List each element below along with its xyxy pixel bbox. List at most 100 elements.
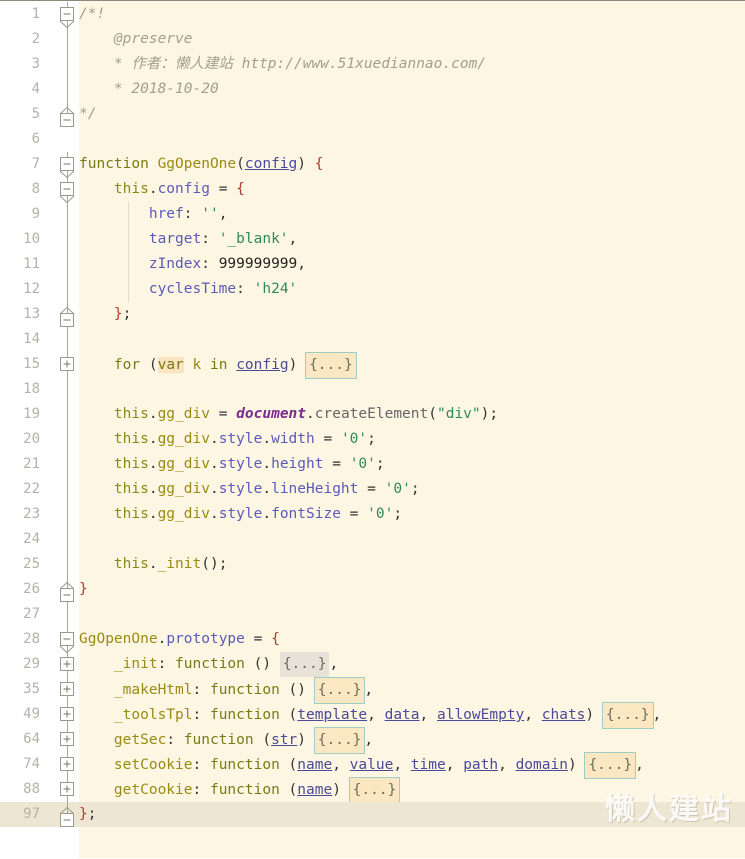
- code-text[interactable]: * 作者：懒人建站 http://www.51xuediannao.com/: [79, 52, 486, 77]
- line-number: 25: [23, 556, 40, 572]
- code-text[interactable]: getCookie: function (name) {...}: [79, 777, 401, 804]
- code-line[interactable]: 12 cyclesTime: 'h24': [0, 277, 745, 302]
- code-line[interactable]: 15 for (var k in config) {...}: [0, 352, 745, 379]
- code-line[interactable]: 8 this.config = {: [0, 177, 745, 202]
- fold-placeholder[interactable]: {...}: [313, 727, 366, 754]
- code-text[interactable]: @preserve: [79, 27, 193, 52]
- code-line[interactable]: 11 zIndex: 999999999,: [0, 252, 745, 277]
- fold-marker-start[interactable]: [60, 157, 75, 178]
- fold-placeholder[interactable]: {...}: [584, 752, 637, 779]
- code-text[interactable]: for (var k in config) {...}: [79, 352, 357, 379]
- code-text[interactable]: this.gg_div.style.fontSize = '0';: [79, 502, 402, 527]
- code-text[interactable]: cyclesTime: 'h24': [79, 277, 297, 302]
- code-text[interactable]: }: [79, 577, 88, 602]
- line-number: 11: [23, 256, 40, 272]
- code-line[interactable]: 28 GgOpenOne.prototype = {: [0, 627, 745, 652]
- fold-marker-end[interactable]: [60, 306, 75, 327]
- code-line[interactable]: 14: [0, 327, 745, 352]
- line-number: 21: [23, 456, 40, 472]
- code-line[interactable]: 9 href: '',: [0, 202, 745, 227]
- line-number: 10: [23, 231, 40, 247]
- code-line[interactable]: 13 };: [0, 302, 745, 327]
- code-text[interactable]: this.gg_div.style.lineHeight = '0';: [79, 477, 420, 502]
- code-text[interactable]: getSec: function (str) {...},: [79, 727, 373, 754]
- code-line[interactable]: 29 _init: function () {...},: [0, 652, 745, 677]
- fold-placeholder[interactable]: {...}: [313, 677, 366, 704]
- fold-placeholder[interactable]: {...}: [348, 777, 401, 804]
- code-line[interactable]: 49 _toolsTpl: function (template, data, …: [0, 702, 745, 729]
- fold-marker-collapsed[interactable]: [60, 757, 75, 772]
- code-text[interactable]: * 2018-10-20: [79, 77, 219, 102]
- fold-marker-collapsed[interactable]: [60, 682, 75, 697]
- line-number: 5: [31, 106, 40, 122]
- code-text[interactable]: this.gg_div = document.createElement("di…: [79, 402, 498, 427]
- fold-marker-start[interactable]: [60, 632, 75, 653]
- line-number: 35: [23, 681, 40, 697]
- code-line[interactable]: 19 this.gg_div = document.createElement(…: [0, 402, 745, 427]
- code-line[interactable]: 35 _makeHtml: function () {...},: [0, 677, 745, 704]
- code-text[interactable]: this._init();: [79, 552, 228, 577]
- code-text[interactable]: target: '_blank',: [79, 227, 297, 252]
- code-text[interactable]: zIndex: 999999999,: [79, 252, 306, 277]
- fold-marker-end[interactable]: [60, 806, 75, 827]
- line-number: 1: [31, 6, 40, 22]
- code-text[interactable]: _toolsTpl: function (template, data, all…: [79, 702, 661, 729]
- code-line[interactable]: 22 this.gg_div.style.lineHeight = '0';: [0, 477, 745, 502]
- code-line[interactable]: 88 getCookie: function (name) {...}: [0, 777, 745, 804]
- fold-marker-collapsed[interactable]: [60, 707, 75, 722]
- code-line[interactable]: 5 */: [0, 102, 745, 127]
- code-line[interactable]: 1 /*!: [0, 2, 745, 27]
- code-line[interactable]: 23 this.gg_div.style.fontSize = '0';: [0, 502, 745, 527]
- line-number: 74: [23, 756, 40, 772]
- fold-placeholder[interactable]: {...}: [601, 702, 654, 729]
- code-line[interactable]: 20 this.gg_div.style.width = '0';: [0, 427, 745, 452]
- code-line[interactable]: 24: [0, 527, 745, 552]
- code-text[interactable]: function GgOpenOne(config) {: [79, 152, 323, 177]
- code-line[interactable]: 27: [0, 602, 745, 627]
- code-line[interactable]: 64 getSec: function (str) {...},: [0, 727, 745, 754]
- fold-marker-collapsed[interactable]: [60, 657, 75, 672]
- fold-marker-start[interactable]: [60, 7, 75, 28]
- code-line[interactable]: 4 * 2018-10-20: [0, 77, 745, 102]
- code-text[interactable]: this.gg_div.style.width = '0';: [79, 427, 376, 452]
- code-line[interactable]: 2 @preserve: [0, 27, 745, 52]
- code-text[interactable]: _makeHtml: function () {...},: [79, 677, 373, 704]
- code-line[interactable]: 26}: [0, 577, 745, 602]
- code-line[interactable]: 10 target: '_blank',: [0, 227, 745, 252]
- code-text[interactable]: GgOpenOne.prototype = {: [79, 627, 280, 652]
- code-text[interactable]: href: '',: [79, 202, 228, 227]
- code-text[interactable]: /*!: [79, 2, 105, 27]
- code-text[interactable]: };: [79, 302, 131, 327]
- code-line[interactable]: 6: [0, 127, 745, 152]
- fold-marker-end[interactable]: [60, 581, 75, 602]
- fold-marker-collapsed[interactable]: [60, 732, 75, 747]
- code-line[interactable]: 74 setCookie: function (name, value, tim…: [0, 752, 745, 779]
- line-number: 29: [23, 656, 40, 672]
- fold-placeholder[interactable]: {...}: [305, 352, 357, 379]
- line-number: 24: [23, 531, 40, 547]
- code-text[interactable]: setCookie: function (name, value, time, …: [79, 752, 644, 779]
- code-line[interactable]: 18: [0, 377, 745, 402]
- fold-marker-collapsed[interactable]: [60, 357, 75, 372]
- code-line[interactable]: 25 this._init();: [0, 552, 745, 577]
- line-number: 9: [31, 206, 40, 222]
- code-line[interactable]: 97};: [0, 802, 745, 827]
- code-editor[interactable]: 懒人建站 1/*! 2 @preserve 3 * 作者：懒人建站 http://w…: [0, 0, 745, 859]
- line-number: 3: [31, 56, 40, 72]
- line-number: 88: [23, 781, 40, 797]
- highlighted-identifier: var: [157, 357, 184, 373]
- code-line[interactable]: 3 * 作者：懒人建站 http://www.51xuediannao.com/: [0, 52, 745, 77]
- line-number: 2: [31, 31, 40, 47]
- fold-placeholder[interactable]: {...}: [279, 652, 330, 677]
- code-text[interactable]: this.gg_div.style.height = '0';: [79, 452, 385, 477]
- code-line[interactable]: 7 function GgOpenOne(config) {: [0, 152, 745, 177]
- code-text[interactable]: };: [79, 802, 96, 827]
- code-text[interactable]: */: [79, 102, 96, 127]
- fold-marker-end[interactable]: [60, 106, 75, 127]
- line-number: 28: [23, 631, 40, 647]
- code-text[interactable]: _init: function () {...},: [79, 652, 338, 677]
- code-line[interactable]: 21 this.gg_div.style.height = '0';: [0, 452, 745, 477]
- fold-marker-collapsed[interactable]: [60, 782, 75, 797]
- fold-marker-start[interactable]: [60, 182, 75, 203]
- code-text[interactable]: this.config = {: [79, 177, 245, 202]
